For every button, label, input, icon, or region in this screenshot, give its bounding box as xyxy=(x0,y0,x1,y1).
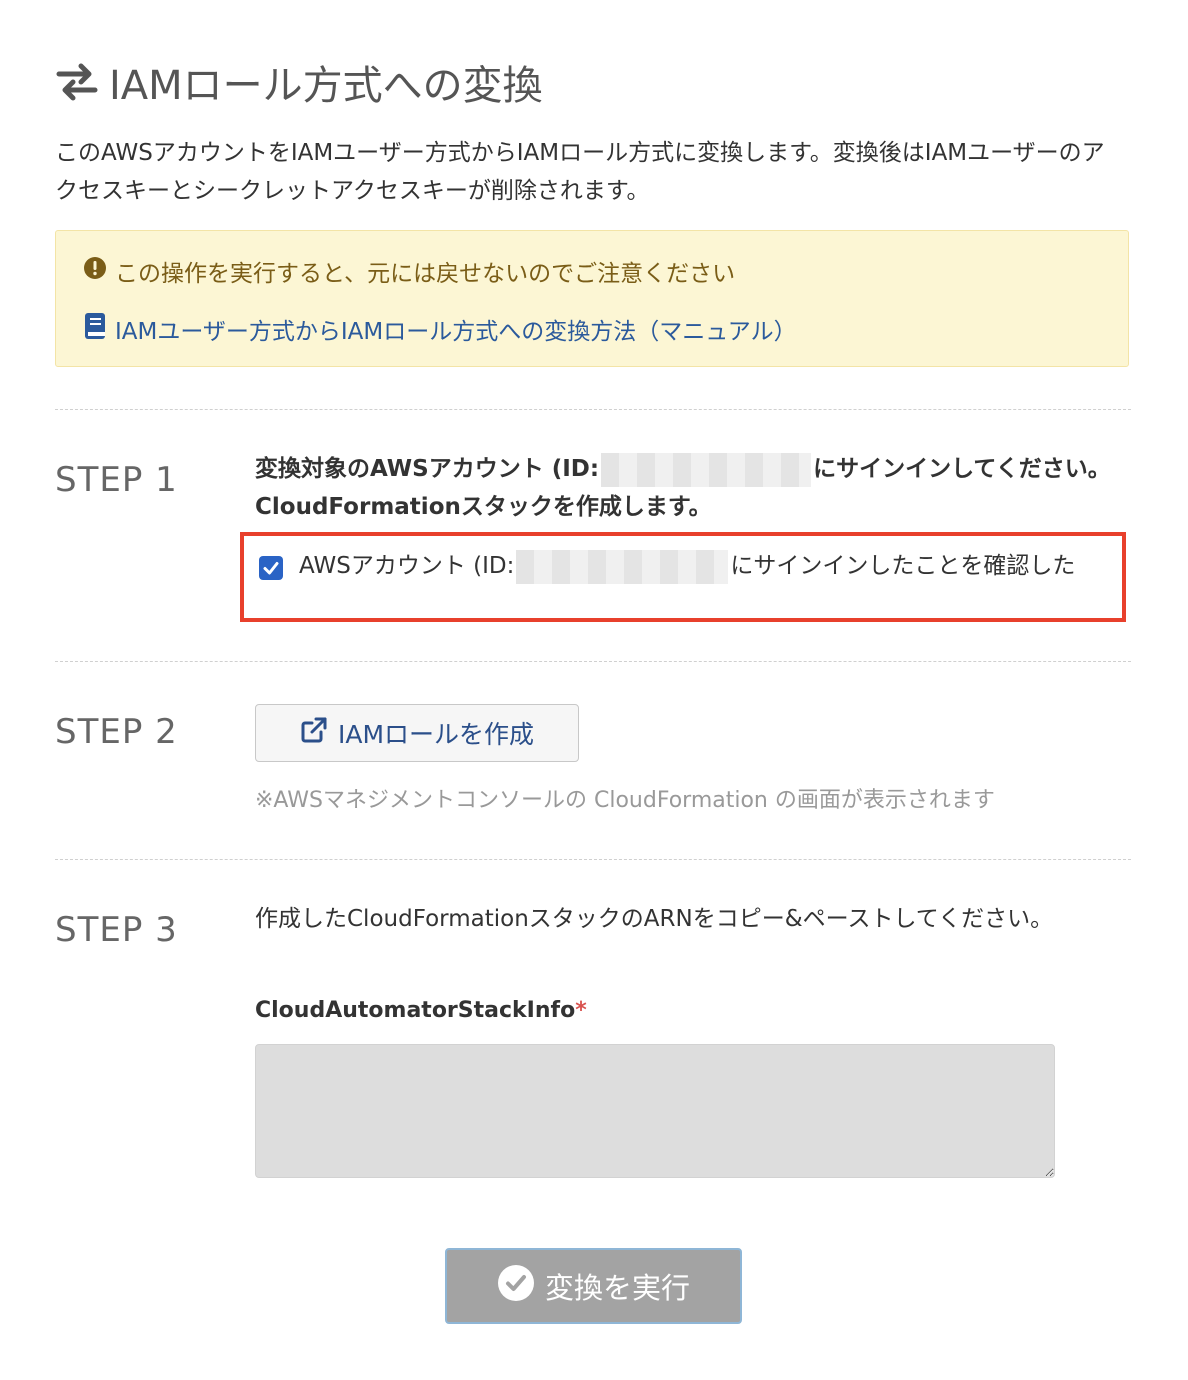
swap-arrows-icon xyxy=(55,62,99,102)
warning-box: この操作を実行すると、元には戻せないのでご注意ください IAMユーザー方式からI… xyxy=(55,230,1129,367)
step1-instruction: 変換対象のAWSアカウント (ID: にサインインしてください。CloudForm… xyxy=(255,450,1115,526)
page-title: IAMロール方式への変換 xyxy=(55,52,543,112)
execute-conversion-button[interactable]: 変換を実行 xyxy=(445,1248,742,1324)
check-circle-icon xyxy=(497,1264,535,1309)
signin-confirm-checkbox[interactable] xyxy=(259,556,283,580)
external-link-icon xyxy=(300,716,328,750)
console-note: ※AWSマネジメントコンソールの CloudFormation の画面が表示され… xyxy=(255,788,995,813)
manual-link[interactable]: IAMユーザー方式からIAMロール方式への変換方法（マニュアル） xyxy=(83,311,797,347)
warning-message: この操作を実行すると、元には戻せないのでご注意ください xyxy=(83,253,735,289)
step1-label: STEP 1 xyxy=(55,460,178,500)
step3-instruction: 作成したCloudFormationスタックのARNをコピー&ペーストしてくださ… xyxy=(255,906,1054,932)
create-iam-role-button[interactable]: IAMロールを作成 xyxy=(255,704,579,762)
manual-link-text[interactable]: IAMユーザー方式からIAMロール方式への変換方法（マニュアル） xyxy=(115,312,797,346)
divider xyxy=(55,409,1131,410)
intro-text: このAWSアカウントをIAMユーザー方式からIAMロール方式に変換します。変換後… xyxy=(55,140,1105,204)
step3-label: STEP 3 xyxy=(55,910,178,950)
exclamation-circle-icon xyxy=(83,256,107,286)
stack-info-textarea[interactable] xyxy=(255,1044,1055,1178)
redacted-account-id xyxy=(516,549,729,584)
execute-conversion-label: 変換を実行 xyxy=(544,1271,690,1305)
step2-label: STEP 2 xyxy=(55,712,178,752)
required-mark: * xyxy=(575,998,587,1023)
confirm-text-before: AWSアカウント (ID: xyxy=(299,553,515,579)
page-title-text: IAMロール方式への変換 xyxy=(109,63,543,109)
divider xyxy=(55,859,1131,860)
checkmark-icon xyxy=(263,562,279,575)
redacted-account-id xyxy=(601,452,812,487)
confirm-highlight-box: AWSアカウント (ID: にサインインしたことを確認した xyxy=(240,532,1126,622)
confirm-text-after: にサインインしたことを確認した xyxy=(730,553,1076,579)
stack-info-label: CloudAutomatorStackInfo* xyxy=(255,998,587,1023)
signin-confirm-label[interactable]: AWSアカウント (ID: にサインインしたことを確認した xyxy=(299,548,1114,585)
book-icon xyxy=(83,312,107,346)
warning-text: この操作を実行すると、元には戻せないのでご注意ください xyxy=(115,261,736,287)
create-iam-role-label: IAMロールを作成 xyxy=(337,720,535,749)
step1-text-before: 変換対象のAWSアカウント (ID: xyxy=(255,456,600,482)
divider xyxy=(55,661,1131,662)
stack-info-label-text: CloudAutomatorStackInfo xyxy=(255,998,576,1023)
